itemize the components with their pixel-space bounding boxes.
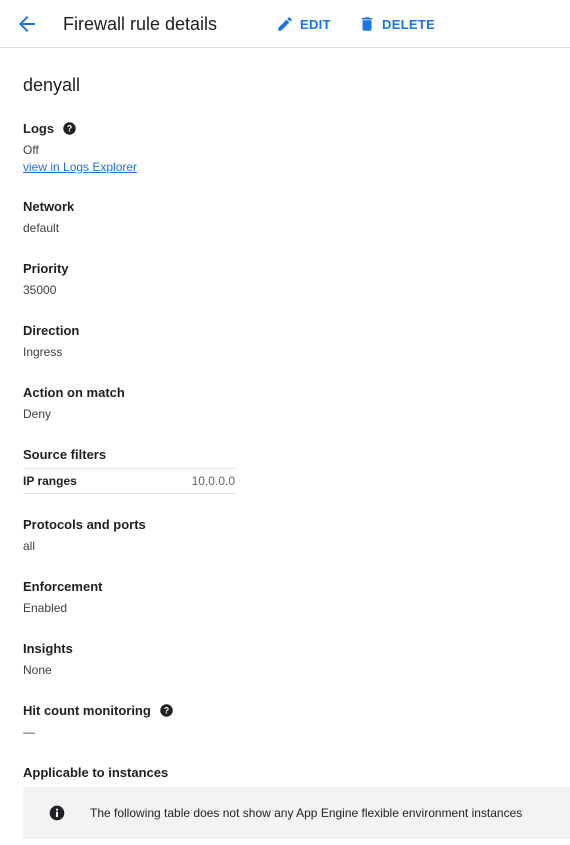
info-icon xyxy=(49,805,65,821)
protocols-section: Protocols and ports all xyxy=(23,516,146,554)
delete-button-label: DELETE xyxy=(382,16,436,32)
priority-label: Priority xyxy=(23,261,69,276)
hit-count-label: Hit count monitoring ? xyxy=(23,702,174,719)
instances-section: Applicable to instances xyxy=(23,764,168,781)
insights-label: Insights xyxy=(23,641,73,656)
enforcement-section: Enforcement Enabled xyxy=(23,578,102,616)
enforcement-label: Enforcement xyxy=(23,579,103,594)
action-section: Action on match Deny xyxy=(23,384,125,422)
logs-label-text: Logs xyxy=(23,121,55,136)
help-icon[interactable]: ? xyxy=(62,121,77,136)
info-banner-text: The following table does not show any Ap… xyxy=(90,806,523,820)
hit-count-section: Hit count monitoring ? — xyxy=(23,702,174,740)
table-row: IP ranges 10.0.0.0 xyxy=(23,469,235,493)
logs-explorer-link[interactable]: view in Logs Explorer xyxy=(23,159,137,175)
edit-button[interactable]: EDIT xyxy=(276,12,331,36)
source-filters-table: IP ranges 10.0.0.0 xyxy=(23,468,235,494)
trash-icon xyxy=(361,17,373,31)
direction-label: Direction xyxy=(23,323,80,338)
action-label: Action on match xyxy=(23,385,125,400)
svg-text:?: ? xyxy=(164,706,169,716)
help-icon[interactable]: ? xyxy=(159,703,174,718)
pencil-icon xyxy=(278,17,292,31)
source-filters-label: Source filters xyxy=(23,447,107,462)
protocols-value: all xyxy=(23,539,36,553)
edit-button-label: EDIT xyxy=(300,16,331,32)
priority-section: Priority 35000 xyxy=(23,260,69,298)
direction-value: Ingress xyxy=(23,345,63,359)
ip-ranges-value: 10.0.0.0 xyxy=(191,474,235,488)
priority-value: 35000 xyxy=(23,283,57,297)
rule-name: denyall xyxy=(23,75,81,95)
action-value: Deny xyxy=(23,407,52,421)
svg-text:?: ? xyxy=(67,124,72,134)
instances-label: Applicable to instances xyxy=(23,765,169,780)
delete-button[interactable]: DELETE xyxy=(358,12,435,36)
logs-section: Logs ? Off view in Logs Explorer xyxy=(23,120,137,176)
enforcement-value: Enabled xyxy=(23,601,68,615)
ip-ranges-key: IP ranges xyxy=(23,474,77,488)
insights-value: None xyxy=(23,663,52,677)
header-bar: Firewall rule details EDIT DELETE xyxy=(0,0,570,48)
page-title: Firewall rule details xyxy=(63,14,218,34)
network-label: Network xyxy=(23,199,75,214)
source-filters-section: Source filters IP ranges 10.0.0.0 xyxy=(23,446,235,494)
logs-value: Off xyxy=(23,143,39,157)
network-value: default xyxy=(23,221,60,235)
info-banner: The following table does not show any Ap… xyxy=(23,787,570,839)
network-section: Network default xyxy=(23,198,74,236)
arrow-back-icon[interactable] xyxy=(15,12,39,36)
direction-section: Direction Ingress xyxy=(23,322,79,360)
hit-count-value: — xyxy=(23,725,35,739)
insights-section: Insights None xyxy=(23,640,73,678)
logs-label: Logs ? xyxy=(23,120,137,137)
hit-count-label-text: Hit count monitoring xyxy=(23,703,151,718)
protocols-label: Protocols and ports xyxy=(23,517,146,532)
